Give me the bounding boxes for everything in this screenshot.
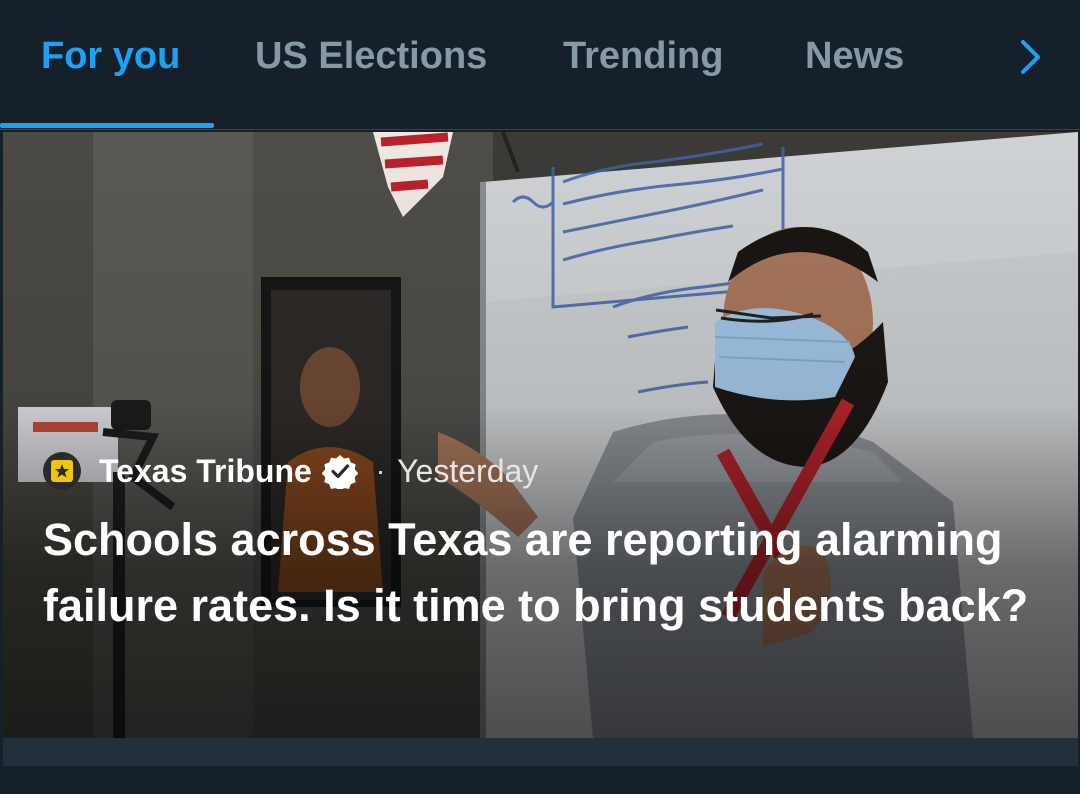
- scroll-tabs-right-button[interactable]: [1005, 34, 1055, 80]
- card-bottom-strip: [3, 738, 1078, 766]
- star-square-icon: [43, 452, 81, 490]
- tab-us-elections[interactable]: US Elections: [255, 33, 487, 83]
- hero-gradient-overlay: [3, 132, 1078, 738]
- active-tab-indicator: [0, 123, 214, 128]
- explore-tab-bar: For you US Elections Trending News: [0, 0, 1080, 130]
- tab-trending[interactable]: Trending: [563, 33, 723, 83]
- meta-separator: ·: [375, 455, 386, 486]
- headline[interactable]: Schools across Texas are reporting alarm…: [43, 507, 1043, 639]
- source-row: Texas Tribune · Yesterday: [43, 448, 538, 494]
- verified-badge-icon: [321, 455, 358, 489]
- chevron-right-icon: [1021, 40, 1040, 74]
- featured-news-card[interactable]: Texas Tribune · Yesterday Schools across…: [3, 132, 1078, 738]
- tab-news[interactable]: News: [805, 33, 904, 83]
- source-name[interactable]: Texas Tribune: [99, 451, 312, 491]
- post-time: Yesterday: [397, 453, 539, 489]
- tab-for-you[interactable]: For you: [41, 33, 180, 83]
